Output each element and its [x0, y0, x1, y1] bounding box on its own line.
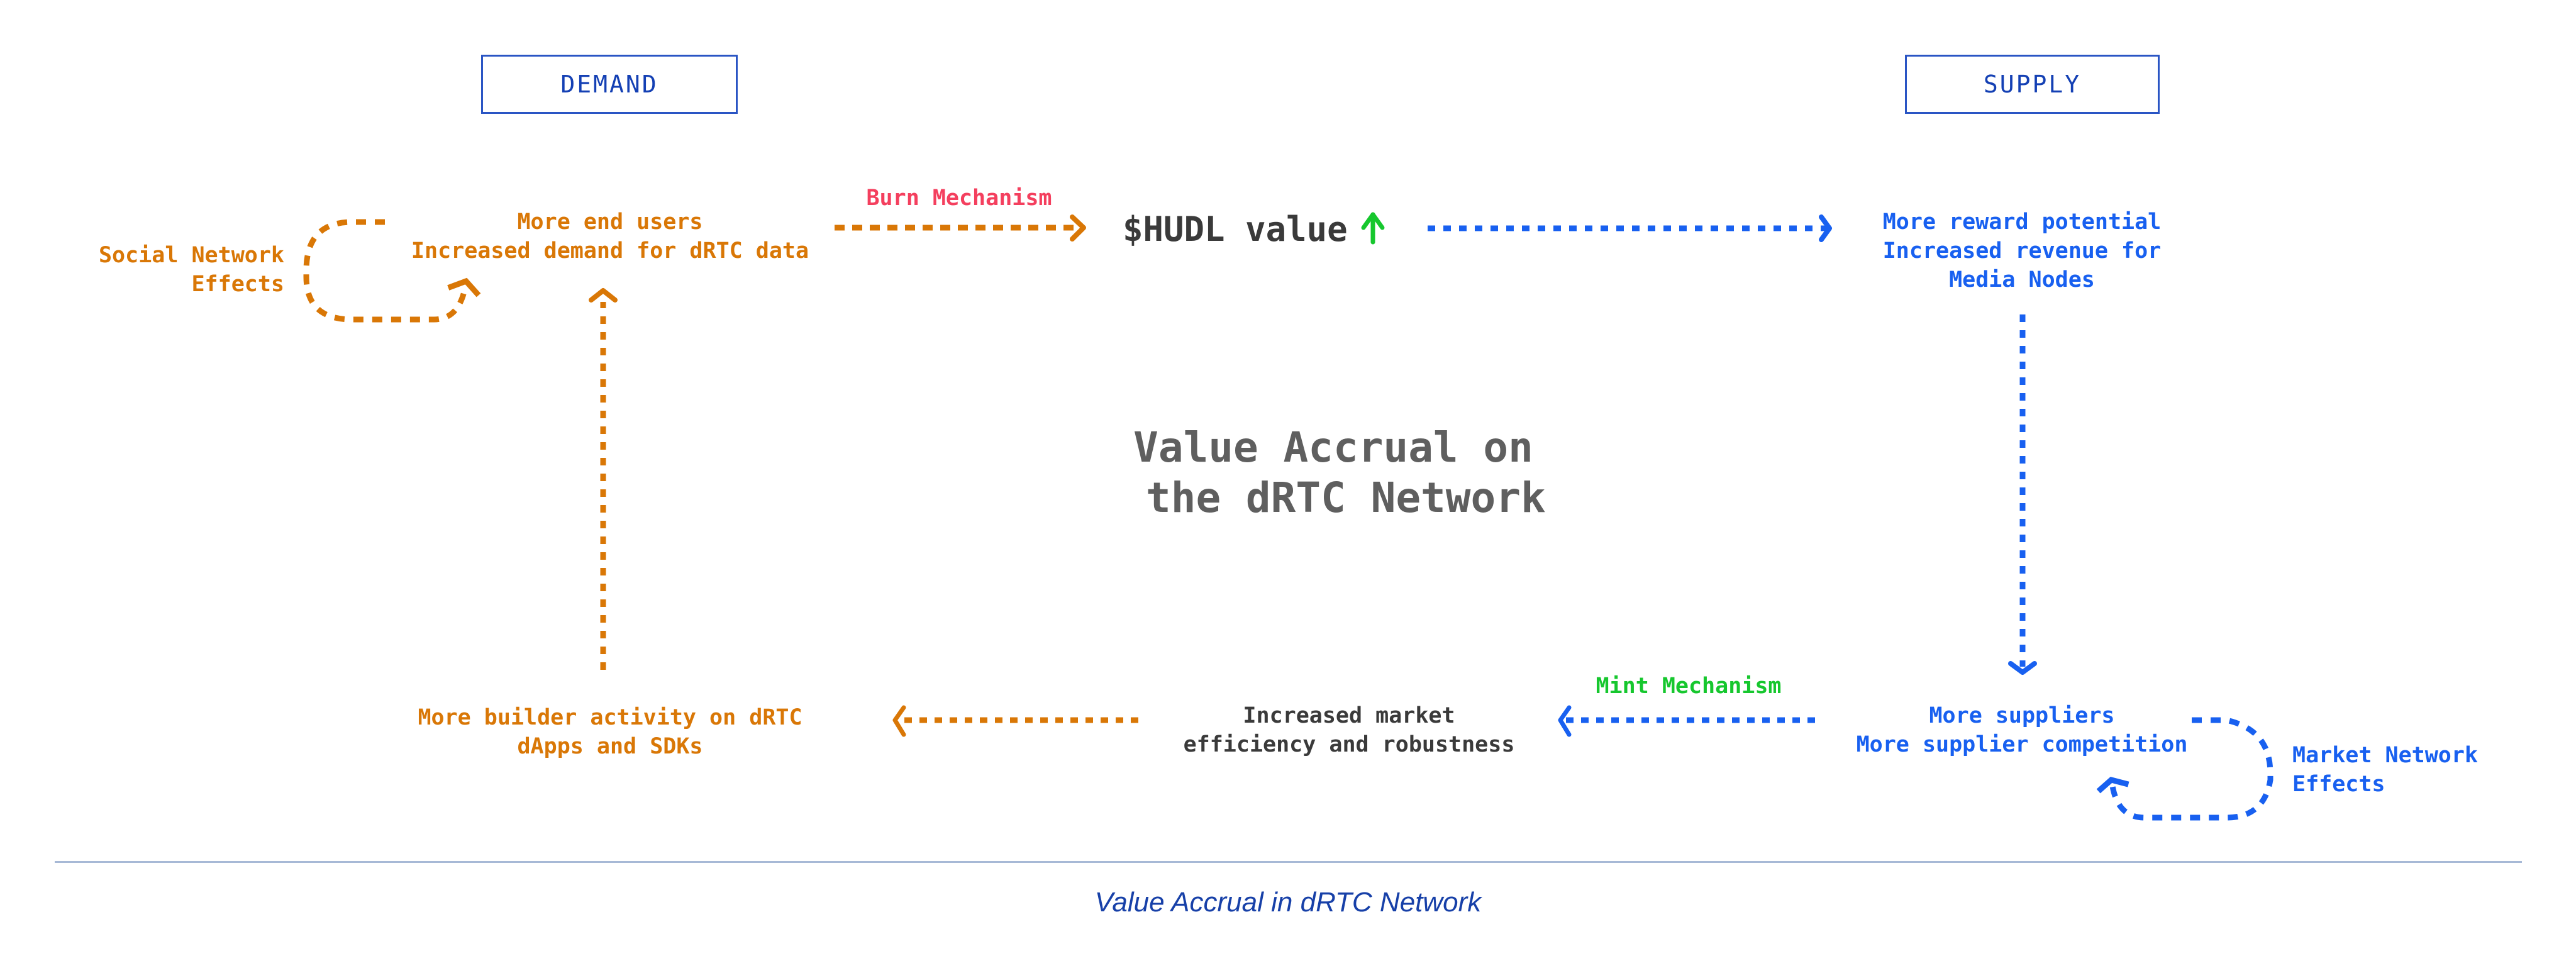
builder-activity-node: More builder activity on dRTC dApps and … [418, 705, 802, 759]
mint-arrow [1558, 705, 1815, 737]
burn-arrow [835, 214, 1086, 242]
arrow-up-icon [1361, 212, 1385, 245]
reward-potential-node: More reward potential Increased revenue … [1882, 209, 2162, 292]
caption-divider [55, 861, 2522, 863]
burn-mechanism-label: Burn Mechanism [866, 186, 1052, 211]
mint-mechanism-label: Mint Mechanism [1596, 674, 1782, 699]
center-title: Value Accrual on the dRTC Network [1133, 423, 1546, 522]
end-users-node: More end users Increased demand for dRTC… [411, 209, 809, 264]
token-to-reward-arrow [1428, 214, 1832, 242]
suppliers-node: More suppliers More supplier competition [1856, 703, 2188, 757]
reward-to-suppliers-arrow [2008, 314, 2037, 675]
hudl-value-label: $HUDL value [1123, 209, 1348, 249]
efficiency-to-builder-arrow [892, 705, 1138, 737]
market-efficiency-node: Increased market efficiency and robustne… [1183, 703, 1515, 757]
figure-caption: Value Accrual in dRTC Network [1094, 887, 1482, 918]
social-network-effects-label: Social Network Effects [98, 243, 284, 297]
market-network-effects-label: Market Network Effects [2292, 743, 2479, 797]
builder-to-users-arrow [589, 288, 618, 670]
